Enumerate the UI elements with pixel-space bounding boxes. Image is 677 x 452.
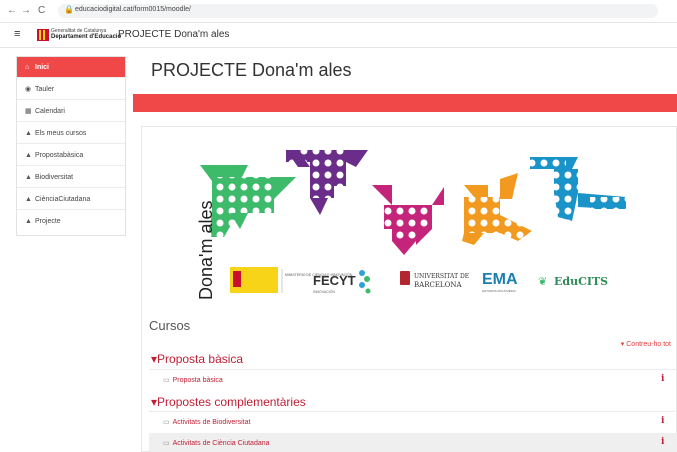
ema-logo: EMA ENTORNS MULTIMÈDIA <box>482 271 518 293</box>
sidebar-item-label: Inici <box>35 64 50 71</box>
sidebar-nav: ⌂ Inici ◉ Tauler ▦ Calendari ▲ Els meus curs… <box>16 56 126 236</box>
ema-sub-text: ENTORNS MULTIMÈDIA <box>482 288 516 293</box>
purple-bird-illustration <box>286 150 368 215</box>
orange-bird-illustration <box>462 173 532 245</box>
sidebar-item-inici[interactable]: ⌂ Inici <box>17 57 125 78</box>
collapse-all-label: Contreu-ho tot <box>626 341 671 348</box>
ub-logo: UNIVERSITAT DE BARCELONA <box>400 271 469 289</box>
graduation-cap-icon: ▲ <box>25 130 32 137</box>
browser-toolbar: ← → C 🔒 educaciodigital.cat/form0015/moo… <box>0 0 677 23</box>
sidebar-item-cienciaciutadana[interactable]: ▲ CiènciaCiutadana <box>17 189 125 210</box>
sidebar-item-els-meus-cursos[interactable]: ▲ Els meus cursos <box>17 123 125 144</box>
graduation-cap-icon: ▲ <box>25 174 32 181</box>
fecyt-sub-text: INNOVACIÓN <box>313 289 335 294</box>
address-bar[interactable]: 🔒 educaciodigital.cat/form0015/moodle/ <box>58 4 658 18</box>
hamburger-menu-icon[interactable]: ≡ <box>14 28 20 40</box>
info-icon[interactable]: i <box>661 437 664 447</box>
activity-link-ciencia-ciutadana[interactable]: ▭ Activitats de Ciència Ciutadana <box>163 439 270 447</box>
divider <box>149 369 677 370</box>
educits-leaf-icon: ❦ <box>538 276 547 288</box>
section-title: Propostes complementàries <box>157 395 306 409</box>
page-icon: ▭ <box>163 377 170 384</box>
site-title[interactable]: PROJECTE Dona'm ales <box>118 29 229 40</box>
dashboard-icon: ◉ <box>25 86 32 93</box>
org-name-line2: Departament d'Educació <box>51 34 122 40</box>
activity-label: Proposta bàsica <box>172 377 223 384</box>
courses-heading: Cursos <box>149 318 191 333</box>
fecyt-text: FECYT <box>313 273 356 288</box>
accent-bar <box>133 94 677 112</box>
graduation-cap-icon: ▲ <box>25 218 32 225</box>
calendar-icon: ▦ <box>25 108 32 115</box>
sidebar-item-label: Projecte <box>35 218 61 225</box>
collapse-all-link[interactable]: ▾ Contreu-ho tot <box>621 340 671 348</box>
page-icon: ▭ <box>163 440 170 447</box>
ub-line2-text: BARCELONA <box>414 281 462 289</box>
page-title: PROJECTE Dona'm ales <box>151 60 352 80</box>
ub-line1-text: UNIVERSITAT DE <box>414 273 469 280</box>
project-banner: MINISTERIO DE CIENCIA E INNOVACIÓN FECYT… <box>200 150 626 294</box>
sidebar-item-label: Els meus cursos <box>35 130 87 137</box>
fecyt-logo: FECYT INNOVACIÓN <box>313 270 371 294</box>
activity-label: Activitats de Ciència Ciutadana <box>172 440 270 447</box>
section-toggle-proposta-basica[interactable]: ▾Proposta bàsica <box>151 352 243 366</box>
activity-link-biodiversitat[interactable]: ▭ Activitats de Biodiversitat <box>163 418 250 426</box>
graduation-cap-icon: ▲ <box>25 152 32 159</box>
activity-label: Activitats de Biodiversitat <box>172 419 251 426</box>
magenta-bird-illustration <box>372 185 444 255</box>
sidebar-item-tauler[interactable]: ◉ Tauler <box>17 79 125 100</box>
section-title: Proposta bàsica <box>157 352 244 366</box>
forward-icon[interactable]: → <box>21 5 31 17</box>
sidebar-item-label: Tauler <box>35 86 55 93</box>
sidebar-item-label: Propostabàsica <box>35 152 84 159</box>
page-icon: ▭ <box>163 419 170 426</box>
educits-logo: ❦ EduCITS <box>538 275 608 288</box>
blue-bird-illustration <box>530 157 626 221</box>
home-icon: ⌂ <box>25 64 30 71</box>
info-icon[interactable]: i <box>661 416 664 426</box>
generalitat-logo-icon <box>37 29 49 41</box>
sidebar-item-label: Biodiversitat <box>35 174 74 181</box>
divider <box>149 411 677 412</box>
sidebar-item-projecte[interactable]: ▲ Projecte <box>17 211 125 232</box>
site-header: ≡ Generalitat de Catalunya Departament d… <box>0 23 677 48</box>
graduation-cap-icon: ▲ <box>25 196 32 203</box>
url-text[interactable]: educaciodigital.cat/form0015/moodle/ <box>75 6 191 13</box>
sidebar-item-calendari[interactable]: ▦ Calendari <box>17 101 125 122</box>
section-toggle-propostes-complementaries[interactable]: ▾Propostes complementàries <box>151 395 306 409</box>
reload-icon[interactable]: C <box>38 5 45 17</box>
activity-link-proposta-basica[interactable]: ▭ Proposta bàsica <box>163 376 223 384</box>
banner-vertical-title: Dona'm ales <box>196 200 216 300</box>
educits-text: EduCITS <box>554 275 608 288</box>
sidebar-item-biodiversitat[interactable]: ▲ Biodiversitat <box>17 167 125 188</box>
lock-icon: 🔒 <box>64 5 74 14</box>
sidebar-item-label: CiènciaCiutadana <box>35 196 91 203</box>
sidebar-item-label: Calendari <box>35 108 65 115</box>
ema-text: EMA <box>482 271 518 288</box>
info-icon[interactable]: i <box>661 374 664 384</box>
sidebar-item-propostabasica[interactable]: ▲ Propostabàsica <box>17 145 125 166</box>
back-icon[interactable]: ← <box>7 5 17 17</box>
